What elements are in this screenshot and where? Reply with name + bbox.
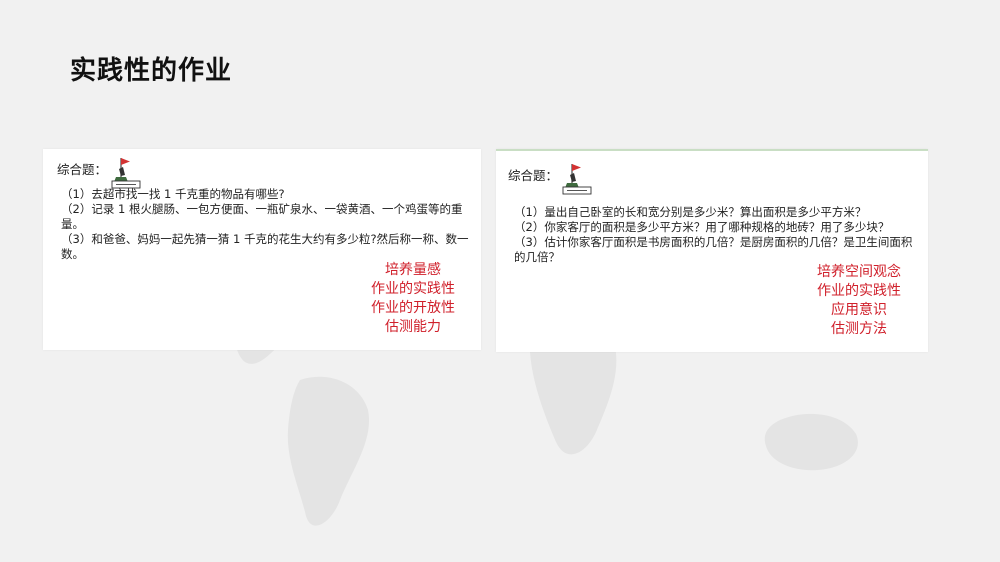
card-heading: 综合题： [508, 168, 559, 183]
task-list: （1）量出自己卧室的长和宽分别是多少米？算出面积是多少平方米？ （2）你家客厅的… [514, 205, 920, 265]
learning-goals: 培养空间观念 作业的实践性 应用意识 估测方法 [794, 263, 924, 339]
task-item: （1）量出自己卧室的长和宽分别是多少米？算出面积是多少平方米？ [514, 205, 867, 219]
goal-item: 估测方法 [831, 321, 887, 337]
goal-item: 作业的实践性 [817, 283, 901, 299]
card-heading: 综合题： [57, 162, 108, 177]
goal-item: 培养空间观念 [817, 264, 901, 280]
slide-title: 实践性的作业 [70, 56, 233, 86]
goal-item: 估测能力 [385, 319, 441, 335]
card-header: 综合题： [508, 161, 593, 195]
task-item: （1）去超市找一找 1 千克重的物品有哪些? [61, 187, 285, 201]
task-item: （2）记录 1 根火腿肠、一包方便面、一瓶矿泉水、一袋黄酒、一个鸡蛋等的重量。 [61, 202, 463, 231]
flag-badge-icon [111, 158, 141, 189]
task-item: （3）估计你家客厅面积是书房面积的几倍？是厨房面积的几倍？是卫生间面积的几倍？ [514, 235, 913, 264]
goal-item: 作业的实践性 [371, 281, 455, 297]
homework-card-area: 综合题： （1）量出自己卧室的长和宽分别是多少米？算出面积是多少平方米？ （2）… [496, 149, 928, 352]
task-item: （3）和爸爸、妈妈一起先猜一猜 1 千克的花生大约有多少粒?然后称一称、数一数。 [61, 232, 469, 261]
goal-item: 作业的开放性 [371, 300, 455, 316]
task-item: （2）你家客厅的面积是多少平方米？用了哪种规格的地砖？用了多少块？ [514, 220, 890, 234]
task-list: （1）去超市找一找 1 千克重的物品有哪些? （2）记录 1 根火腿肠、一包方便… [61, 187, 475, 262]
homework-card-weight: 综合题： （1）去超市找一找 1 千克重的物品有哪些? （2）记录 1 根火腿肠… [43, 149, 481, 350]
card-header: 综合题： [57, 155, 142, 189]
learning-goals: 培养量感 作业的实践性 作业的开放性 估测能力 [353, 261, 473, 337]
goal-item: 培养量感 [385, 262, 441, 278]
flag-badge-icon [562, 164, 592, 195]
goal-item: 应用意识 [831, 302, 887, 318]
